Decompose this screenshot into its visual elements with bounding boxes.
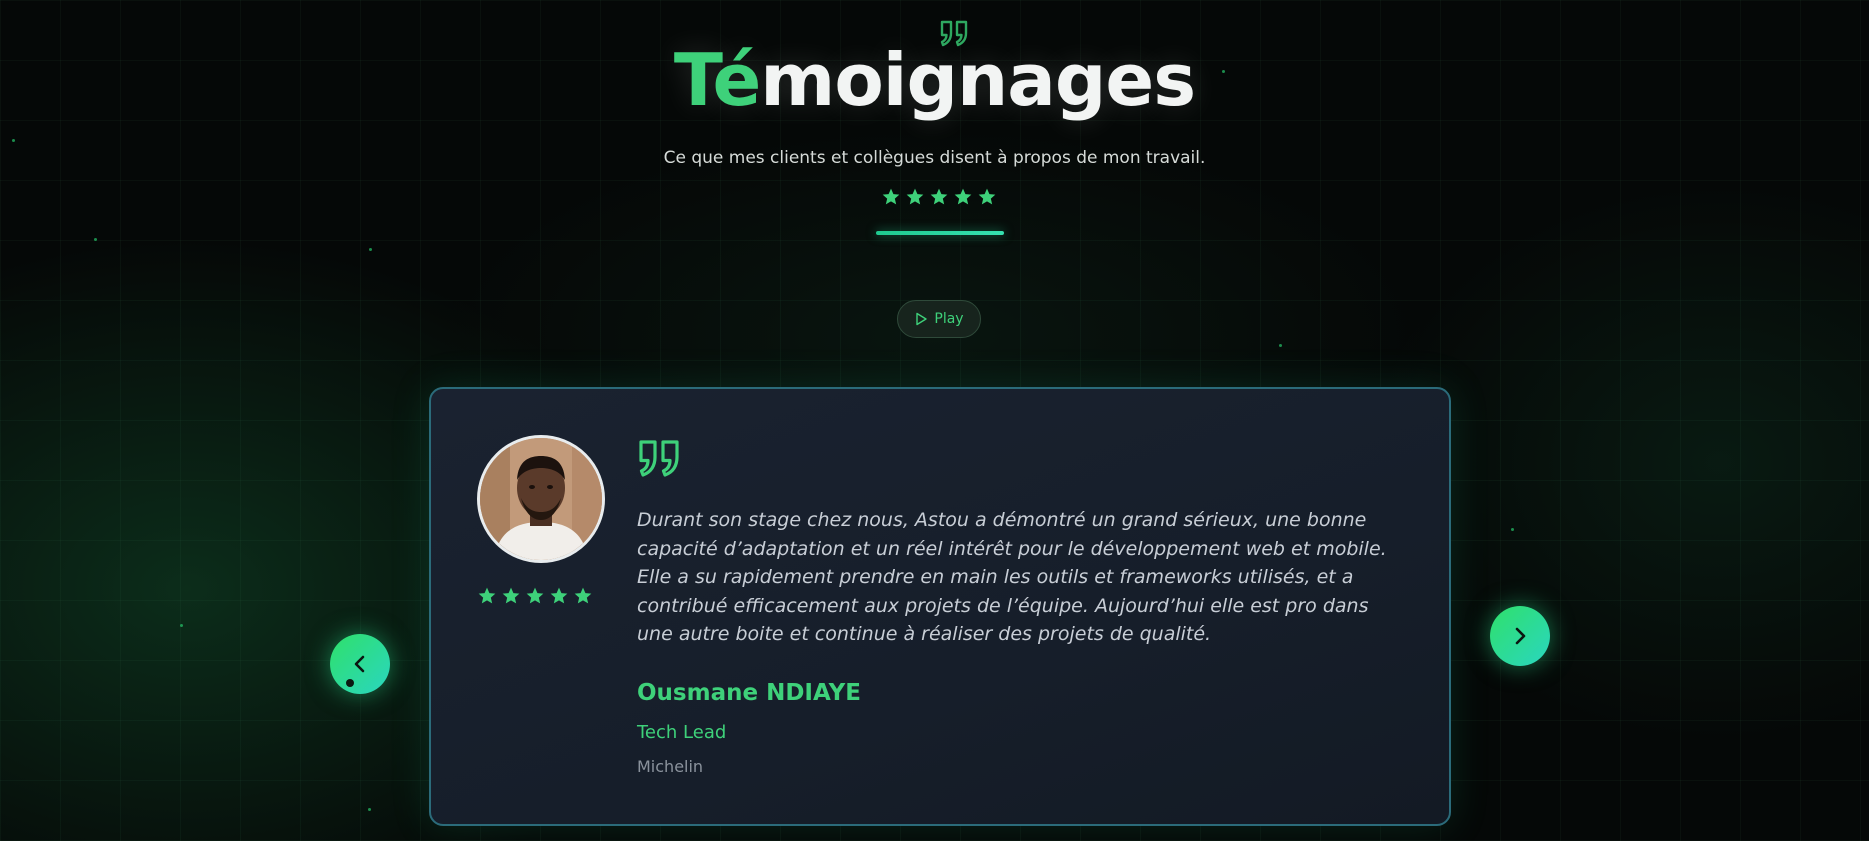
avatar-portrait [480, 438, 602, 560]
page-title-accent: Té [673, 38, 761, 122]
page-title-rest: moignages [760, 38, 1196, 122]
quote-icon [639, 440, 679, 477]
avatar [477, 435, 605, 563]
play-button-label: Play [934, 311, 964, 327]
star-icon [574, 587, 592, 604]
play-icon [916, 312, 928, 326]
title-underline [876, 231, 1004, 235]
star-icon [930, 188, 948, 205]
star-icon [550, 587, 568, 604]
author-name: Ousmane NDIAYE [637, 680, 861, 706]
next-button[interactable] [1490, 606, 1550, 666]
previous-button[interactable] [330, 634, 390, 694]
star-icon [906, 188, 924, 205]
page-subtitle: Ce que mes clients et collègues disent à… [663, 148, 1206, 168]
section-rating [881, 187, 997, 207]
chevron-right-icon [1515, 627, 1526, 645]
star-icon [978, 188, 996, 205]
testimonial-rating [477, 586, 593, 606]
play-button[interactable]: Play [897, 300, 981, 338]
testimonial-text: Durant son stage chez nous, Astou a démo… [637, 509, 1387, 645]
chevron-left-icon [354, 655, 365, 673]
carousel-indicator-dot [346, 679, 354, 687]
star-icon [502, 587, 520, 604]
star-icon [882, 188, 900, 205]
star-icon [526, 587, 544, 604]
author-company: Michelin [637, 757, 704, 776]
star-icon [954, 188, 972, 205]
star-icon [478, 587, 496, 604]
page-title: Témoignages [0, 38, 1869, 122]
author-role: Tech Lead [637, 722, 727, 743]
